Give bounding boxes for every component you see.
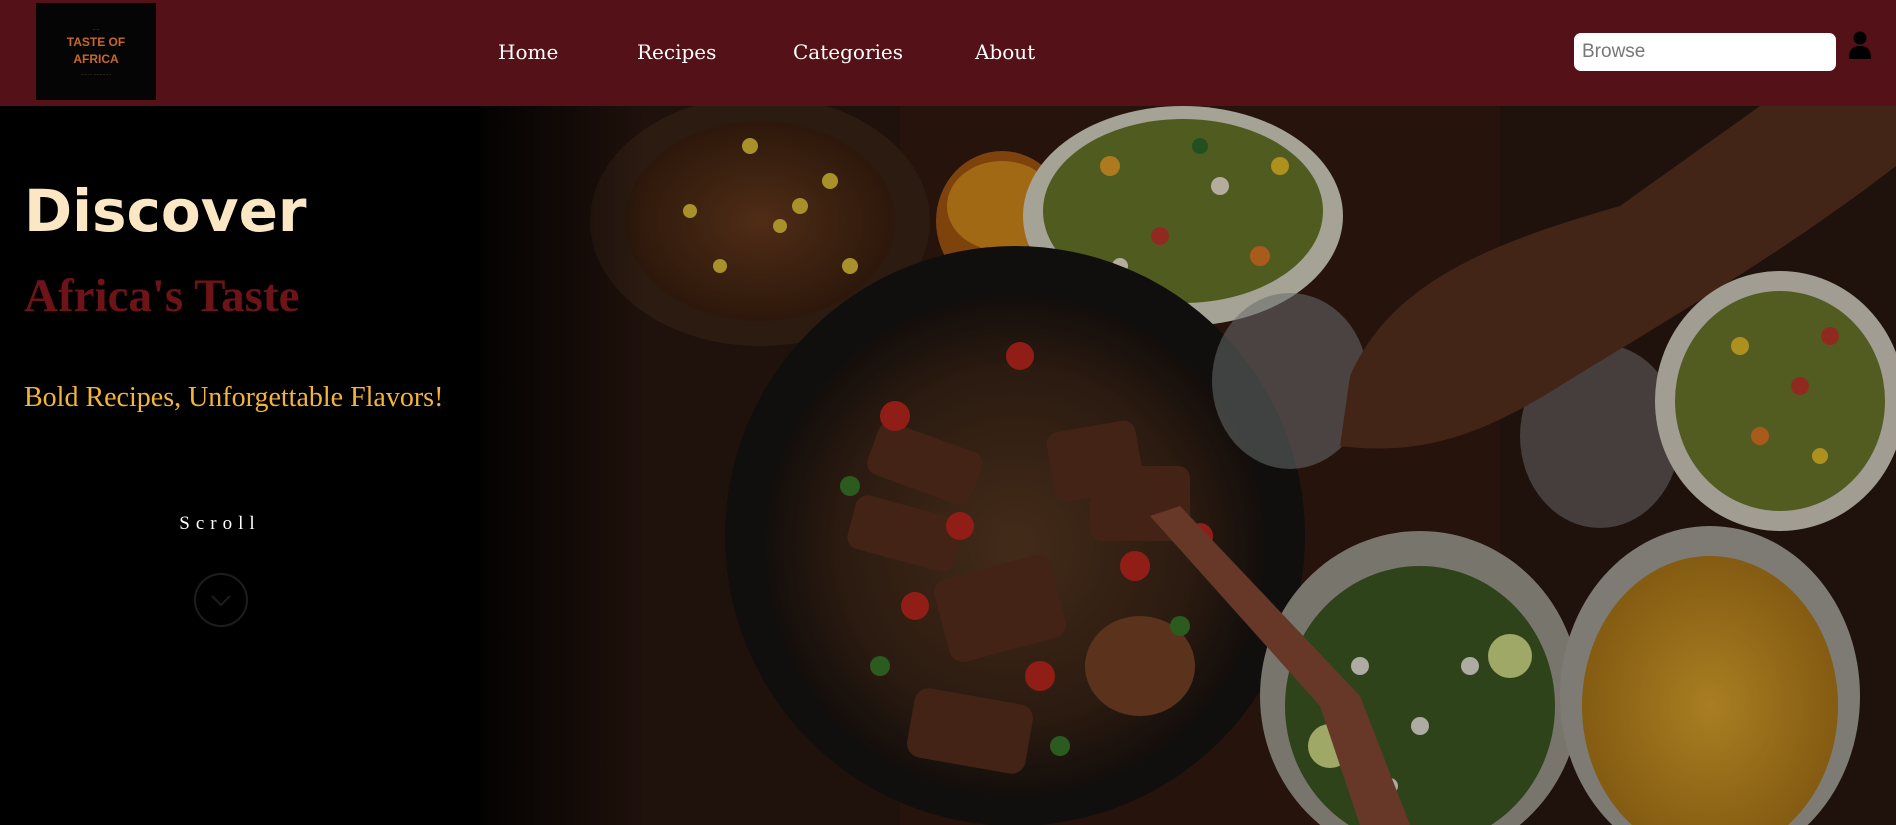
logo-title-line1: TASTE OF (66, 34, 126, 49)
scroll-label: Scroll (179, 513, 261, 534)
hero-section: Discover Africa's Taste Bold Recipes, Un… (0, 106, 1896, 825)
logo-title-line2: AFRICA (73, 51, 119, 66)
user-icon[interactable] (1848, 30, 1872, 60)
site-logo[interactable]: ····· TASTE OF AFRICA ········ ·········… (36, 3, 156, 100)
logo-title: TASTE OF AFRICA (67, 34, 125, 68)
chevron-down-icon[interactable] (193, 572, 249, 628)
site-header: ····· TASTE OF AFRICA ········ ·········… (0, 0, 1896, 106)
hero-title: Discover (24, 177, 307, 245)
nav-recipes[interactable]: Recipes (637, 40, 716, 64)
nav-about[interactable]: About (975, 40, 1035, 64)
logo-small-text: ····· (92, 26, 100, 32)
hero-tagline: Bold Recipes, Unforgettable Flavors! (24, 382, 444, 413)
search-input[interactable] (1574, 33, 1836, 71)
nav-categories[interactable]: Categories (793, 40, 903, 64)
nav-home[interactable]: Home (498, 40, 558, 64)
hero-subtitle: Africa's Taste (24, 270, 300, 322)
logo-tagline: ········ ············ (80, 71, 112, 77)
